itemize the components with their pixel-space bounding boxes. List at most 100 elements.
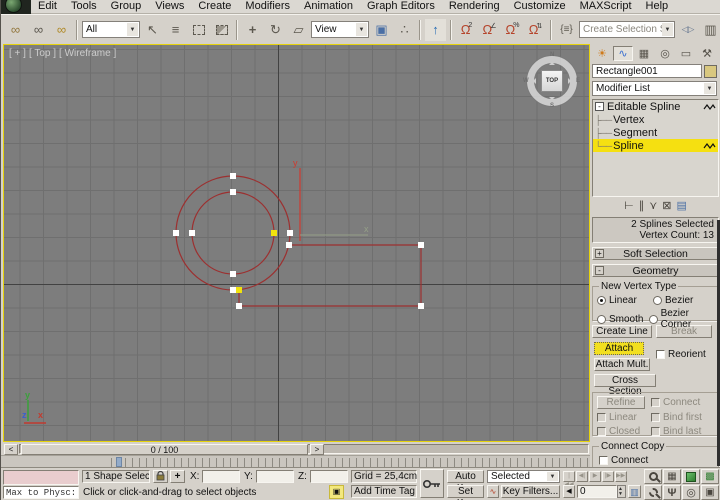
vertex-handle[interactable]	[286, 242, 292, 248]
select-and-manipulate-button[interactable]: ∴	[394, 19, 415, 41]
configure-modifier-sets-button[interactable]: ▤	[676, 199, 686, 212]
viewcube-arrow-icon[interactable]	[568, 78, 574, 84]
viewport-pov-menu[interactable]: [ Top ]	[29, 48, 56, 59]
next-frame-button[interactable]: >	[310, 444, 324, 455]
menu-group[interactable]: Group	[104, 0, 149, 13]
maxscript-mini-listener[interactable]: Max to Physc:	[3, 486, 79, 499]
percent-snap-toggle[interactable]: Ω%	[502, 19, 523, 41]
zoom-extents-all-button[interactable]: ▩	[701, 469, 719, 484]
menu-maxscript[interactable]: MAXScript	[573, 0, 639, 13]
spline-circle[interactable]	[192, 192, 274, 274]
go-to-start-button[interactable]: |◀◀	[563, 471, 575, 482]
pan-button[interactable]: Ψ	[663, 485, 681, 500]
transform-z-field[interactable]	[310, 470, 348, 483]
vertex-handle[interactable]	[230, 189, 236, 195]
vertex-handle[interactable]	[230, 173, 236, 179]
vertex-handle[interactable]	[189, 230, 195, 236]
stack-row-spline[interactable]: └── Spline	[593, 139, 718, 152]
vertex-handle[interactable]	[287, 230, 293, 236]
key-filter-dropdown[interactable]: Selected▼	[487, 470, 560, 483]
select-by-name-button[interactable]: ≡	[165, 19, 186, 41]
vertex-handle[interactable]	[230, 287, 236, 293]
vertex-handle[interactable]	[230, 271, 236, 277]
stack-row-segment[interactable]: ├── Segment	[593, 126, 718, 139]
menu-tools[interactable]: Tools	[64, 0, 104, 13]
window-crossing-toggle[interactable]	[211, 19, 232, 41]
menu-edit[interactable]: Edit	[31, 0, 64, 13]
time-slider-handle[interactable]: 0 / 100	[21, 444, 308, 455]
viewcube-arrow-icon[interactable]	[549, 59, 555, 65]
viewcube-top-face[interactable]: TOP	[541, 70, 563, 92]
make-unique-button[interactable]: ⋎	[649, 199, 657, 212]
frame-spinner[interactable]: ▲▼	[617, 485, 626, 498]
tab-create[interactable]: ☀	[592, 46, 612, 61]
tab-modify[interactable]: ∿	[613, 46, 633, 61]
vertex-handle-selected[interactable]	[271, 230, 277, 236]
use-pivot-point-center-button[interactable]: ▣	[371, 19, 392, 41]
stack-row-editable-spline[interactable]: - Editable Spline	[593, 100, 718, 113]
go-to-end-button[interactable]: ▶▶|	[615, 471, 627, 482]
zoom-extents-button[interactable]	[682, 469, 700, 484]
viewcube-arrow-icon[interactable]	[549, 97, 555, 103]
menu-animation[interactable]: Animation	[297, 0, 360, 13]
selection-lock-toggle[interactable]	[153, 470, 168, 483]
set-keys-button[interactable]	[420, 469, 444, 498]
object-color-swatch[interactable]	[704, 65, 717, 78]
vertex-handle[interactable]	[236, 303, 242, 309]
stack-row-vertex[interactable]: ├── Vertex	[593, 113, 718, 126]
rollout-geometry[interactable]: - Geometry	[592, 264, 719, 277]
unlink-selection-button[interactable]: ∞	[28, 19, 49, 41]
previous-key-button[interactable]: ◀|	[576, 471, 588, 482]
spline-polyline[interactable]	[239, 245, 421, 306]
keyboard-shortcut-override-toggle[interactable]: ↑	[425, 19, 446, 41]
vertex-handle[interactable]	[173, 230, 179, 236]
set-key-button[interactable]: Set Key	[447, 485, 484, 498]
menu-help[interactable]: Help	[639, 0, 676, 13]
viewcube[interactable]: TOP N S W E	[524, 53, 580, 109]
macro-recorder-field[interactable]	[3, 470, 79, 485]
select-and-rotate-button[interactable]: ↻	[265, 19, 286, 41]
rollout-soft-selection[interactable]: + Soft Selection	[592, 247, 719, 260]
key-filters-button[interactable]: Key Filters...	[501, 485, 560, 498]
selection-filter-dropdown[interactable]: All▼	[82, 21, 140, 38]
viewport-canvas[interactable]: yxyzx [ + ] [ Top ] [ Wireframe ] TOP N …	[3, 44, 590, 442]
zoom-region-button[interactable]	[644, 485, 662, 500]
viewport-general-menu[interactable]: [ + ]	[9, 48, 26, 59]
zoom-button[interactable]	[644, 469, 662, 484]
angle-snap-toggle[interactable]: Ω∠	[479, 19, 500, 41]
default-key-tangent-button[interactable]: ∿	[487, 485, 499, 498]
object-name-field[interactable]: Rectangle001	[592, 64, 702, 78]
rectangular-selection-region-button[interactable]	[188, 19, 209, 41]
radio-linear[interactable]: Linear	[597, 295, 649, 306]
auto-key-button[interactable]: Auto Key	[447, 470, 484, 483]
viewport-shading-menu[interactable]: [ Wireframe ]	[59, 48, 116, 59]
modifier-list-dropdown[interactable]: Modifier List▼	[592, 81, 717, 96]
menu-graph-editors[interactable]: Graph Editors	[360, 0, 442, 13]
linear-checkbox[interactable]: Linear	[597, 412, 637, 423]
named-selection-sets-dropdown[interactable]: Create Selection Se▼	[579, 21, 675, 38]
orbit-button[interactable]: ◎	[682, 485, 700, 500]
attach-mult-button[interactable]: Attach Mult.	[594, 358, 650, 371]
tab-utilities[interactable]: ⚒	[697, 46, 717, 61]
vertex-handle[interactable]	[418, 242, 424, 248]
tab-hierarchy[interactable]: ▦	[634, 46, 654, 61]
viewcube-arrow-icon[interactable]	[530, 78, 536, 84]
menu-views[interactable]: Views	[148, 0, 191, 13]
time-tag-field[interactable]: Add Time Tag	[351, 485, 417, 498]
radio-bezier-corner[interactable]: Bezier Corner	[649, 308, 716, 330]
radio-smooth[interactable]: Smooth	[597, 308, 645, 330]
menu-modifiers[interactable]: Modifiers	[238, 0, 297, 13]
edit-named-selection-sets-button[interactable]: {≡}	[556, 19, 577, 41]
attach-button[interactable]: Attach	[594, 342, 644, 355]
connect-copy-checkbox[interactable]: Connect	[599, 455, 716, 466]
cross-section-button[interactable]: Cross Section	[594, 374, 656, 387]
mirror-button[interactable]: ◁▷	[677, 19, 698, 41]
time-configuration-button[interactable]: ▥	[628, 485, 641, 498]
radio-bezier[interactable]: Bezier	[653, 295, 693, 306]
vertex-handle[interactable]	[418, 303, 424, 309]
transform-x-field[interactable]	[202, 470, 240, 483]
track-bar[interactable]	[1, 455, 590, 467]
spinner-snap-toggle[interactable]: Ω⇅	[525, 19, 546, 41]
reorient-checkbox[interactable]: Reorient	[656, 349, 706, 360]
play-button[interactable]: ▶	[589, 471, 601, 482]
